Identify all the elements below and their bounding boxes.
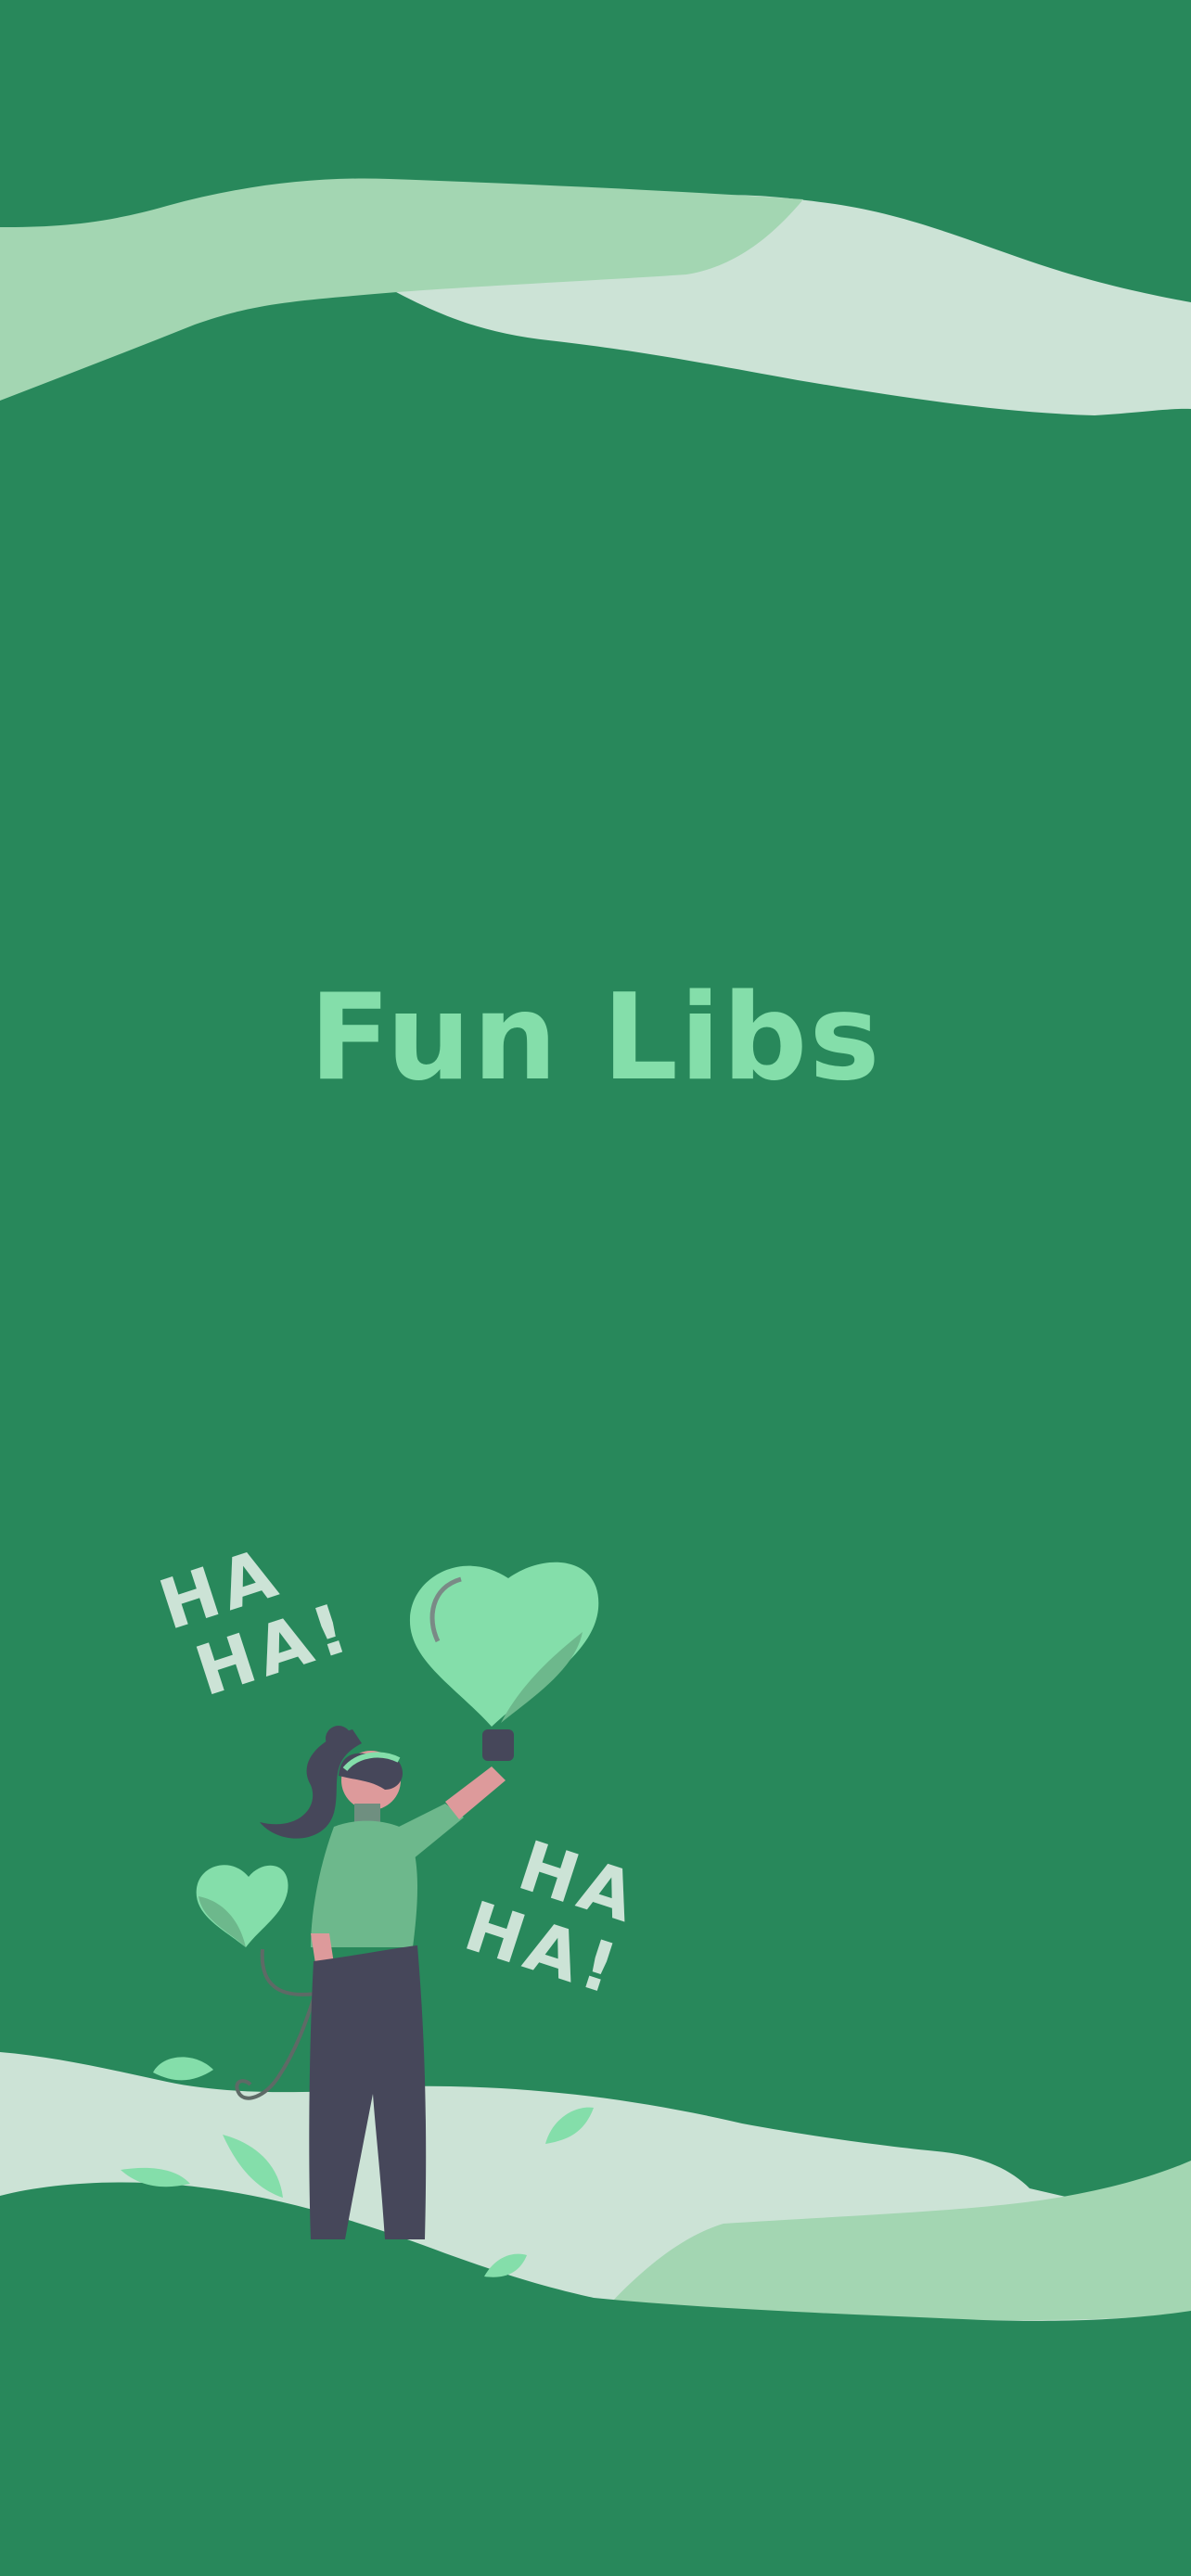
heart-balloon-small-icon xyxy=(196,1865,318,2100)
app-title: Fun Libs xyxy=(309,969,882,1107)
leaf-icon xyxy=(223,2135,283,2198)
leaf-icon xyxy=(121,2167,190,2187)
laugh-text-1: HA HA! xyxy=(150,1533,362,1713)
woman-figure xyxy=(260,1726,506,2239)
splash-screen: Fun Libs HA HA! HA HA! xyxy=(0,0,1191,2576)
leaf-icon xyxy=(153,2057,213,2081)
heart-balloon-large-icon xyxy=(409,1562,599,1761)
leaf-icon xyxy=(484,2253,527,2277)
laughing-woman-illustration: HA HA! HA HA! xyxy=(121,1533,649,2277)
laugh-text-2: HA HA! xyxy=(455,1826,649,2011)
leaf-icon xyxy=(545,2107,594,2144)
